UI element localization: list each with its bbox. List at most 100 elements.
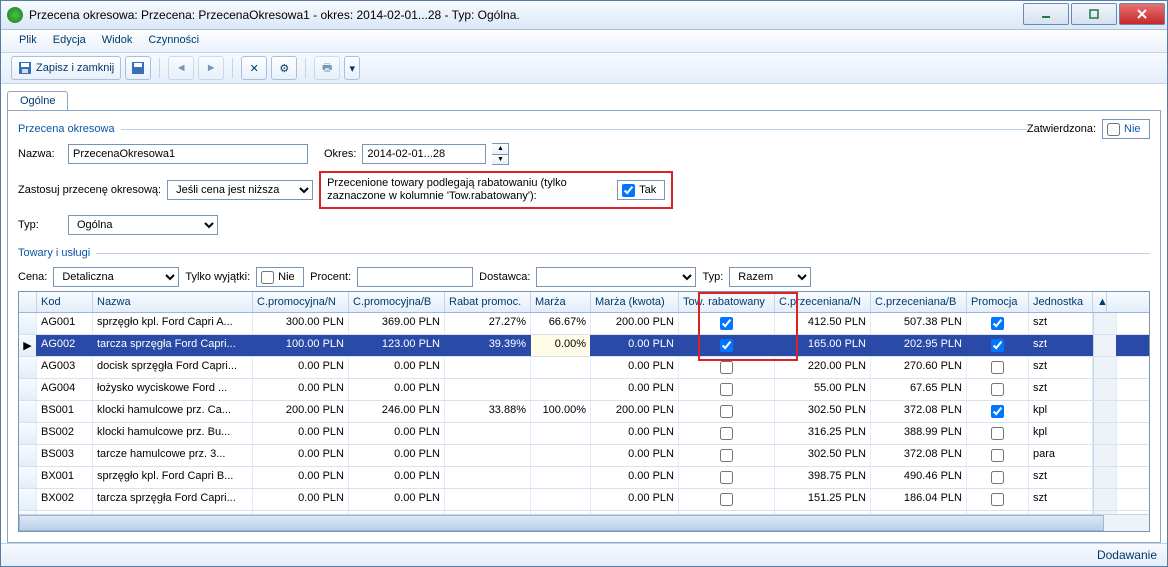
table-row[interactable]: BS003tarcze hamulcowe prz. 3...0.00 PLN0…	[19, 445, 1149, 467]
promocja-check[interactable]	[991, 339, 1004, 352]
period-field[interactable]	[362, 144, 486, 164]
save-and-close-button[interactable]: Zapisz i zamknij	[11, 56, 121, 80]
cell-tow-rabatowany[interactable]	[679, 489, 775, 510]
table-row[interactable]: AG003docisk sprzęgła Ford Capri...0.00 P…	[19, 357, 1149, 379]
confirmed-checkbox[interactable]: Nie	[1102, 119, 1150, 139]
vertical-scrollbar[interactable]	[1093, 489, 1117, 510]
table-row[interactable]: BS001klocki hamulcowe prz. Ca...200.00 P…	[19, 401, 1149, 423]
save-button[interactable]	[125, 56, 151, 80]
vertical-scrollbar[interactable]	[1093, 379, 1117, 400]
cell-tow-rabatowany[interactable]	[679, 467, 775, 488]
tow-rabatowany-check[interactable]	[720, 449, 733, 462]
col-towRab[interactable]: Tow. rabatowany	[679, 292, 775, 312]
nav-back-button[interactable]: ◄	[168, 56, 194, 80]
vertical-scrollbar[interactable]	[1093, 423, 1117, 444]
cell-promocja[interactable]	[967, 489, 1029, 510]
period-spinner[interactable]: ▲▼	[492, 143, 509, 165]
horizontal-scrollbar[interactable]	[19, 514, 1149, 531]
discount-check[interactable]	[622, 184, 635, 197]
menu-edit[interactable]: Edycja	[45, 30, 94, 52]
col-rabat[interactable]: Rabat promoc.	[445, 292, 531, 312]
exceptions-checkbox[interactable]: Nie	[256, 267, 304, 287]
tow-rabatowany-check[interactable]	[720, 383, 733, 396]
cell-tow-rabatowany[interactable]	[679, 423, 775, 444]
tow-rabatowany-check[interactable]	[720, 361, 733, 374]
menu-actions[interactable]: Czynności	[140, 30, 207, 52]
col-marza[interactable]: Marża	[531, 292, 591, 312]
table-row[interactable]: BX002tarcza sprzęgła Ford Capri...0.00 P…	[19, 489, 1149, 511]
type-select[interactable]: Ogólna	[68, 215, 218, 235]
close-button[interactable]	[1119, 3, 1165, 25]
spin-down-icon[interactable]: ▼	[492, 155, 508, 165]
cell-promocja[interactable]	[967, 357, 1029, 378]
tab-general[interactable]: Ogólne	[7, 91, 68, 110]
cell-tow-rabatowany[interactable]	[679, 445, 775, 466]
col-cpromB[interactable]: C.promocyjna/B	[349, 292, 445, 312]
tow-rabatowany-check[interactable]	[720, 405, 733, 418]
cell-tow-rabatowany[interactable]	[679, 401, 775, 422]
promocja-check[interactable]	[991, 427, 1004, 440]
cell-promocja[interactable]	[967, 313, 1029, 334]
promocja-check[interactable]	[991, 493, 1004, 506]
cell-promocja[interactable]	[967, 335, 1029, 356]
discount-checkbox[interactable]: Tak	[617, 180, 665, 200]
cell-tow-rabatowany[interactable]	[679, 379, 775, 400]
settings-button[interactable]: ⚙	[271, 56, 297, 80]
tow-rabatowany-check[interactable]	[720, 339, 733, 352]
spin-up-icon[interactable]: ▲	[492, 144, 508, 155]
vertical-scrollbar[interactable]	[1093, 445, 1117, 466]
type2-select[interactable]: Razem	[729, 267, 811, 287]
promocja-check[interactable]	[991, 405, 1004, 418]
name-field[interactable]	[68, 144, 308, 164]
nav-forward-button[interactable]: ►	[198, 56, 224, 80]
col-nazwa[interactable]: Nazwa	[93, 292, 253, 312]
col-marzaKw[interactable]: Marża (kwota)	[591, 292, 679, 312]
print-button[interactable]: 🖶	[314, 56, 340, 80]
exceptions-check[interactable]	[261, 271, 274, 284]
maximize-button[interactable]	[1071, 3, 1117, 25]
promocja-check[interactable]	[991, 471, 1004, 484]
vertical-scrollbar[interactable]	[1093, 313, 1117, 334]
tow-rabatowany-check[interactable]	[720, 317, 733, 330]
cell-tow-rabatowany[interactable]	[679, 335, 775, 356]
cell-promocja[interactable]	[967, 401, 1029, 422]
scroll-thumb[interactable]	[19, 515, 1104, 531]
vertical-scrollbar[interactable]	[1093, 401, 1117, 422]
vertical-scrollbar[interactable]	[1093, 467, 1117, 488]
cell-promocja[interactable]	[967, 379, 1029, 400]
grid-body[interactable]: AG001sprzęgło kpl. Ford Capri A...300.00…	[19, 313, 1149, 514]
col-kod[interactable]: Kod	[37, 292, 93, 312]
table-row[interactable]: AG001sprzęgło kpl. Ford Capri A...300.00…	[19, 313, 1149, 335]
promocja-check[interactable]	[991, 317, 1004, 330]
cell-promocja[interactable]	[967, 467, 1029, 488]
col-promo[interactable]: Promocja	[967, 292, 1029, 312]
tow-rabatowany-check[interactable]	[720, 427, 733, 440]
cell-promocja[interactable]	[967, 423, 1029, 444]
price-select[interactable]: Detaliczna	[53, 267, 179, 287]
col-jedn[interactable]: Jednostka	[1029, 292, 1093, 312]
vertical-scrollbar[interactable]	[1093, 335, 1117, 356]
tow-rabatowany-check[interactable]	[720, 471, 733, 484]
minimize-button[interactable]	[1023, 3, 1069, 25]
tow-rabatowany-check[interactable]	[720, 493, 733, 506]
cell-tow-rabatowany[interactable]	[679, 357, 775, 378]
promocja-check[interactable]	[991, 361, 1004, 374]
promocja-check[interactable]	[991, 449, 1004, 462]
table-row[interactable]: BX001sprzęgło kpl. Ford Capri B...0.00 P…	[19, 467, 1149, 489]
apply-select[interactable]: Jeśli cena jest niższa	[167, 180, 313, 200]
cell-tow-rabatowany[interactable]	[679, 313, 775, 334]
table-row[interactable]: BS002klocki hamulcowe prz. Bu...0.00 PLN…	[19, 423, 1149, 445]
cell-promocja[interactable]	[967, 445, 1029, 466]
menu-view[interactable]: Widok	[94, 30, 141, 52]
tools-button[interactable]: ✕	[241, 56, 267, 80]
table-row[interactable]: AG004łożysko wyciskowe Ford ...0.00 PLN0…	[19, 379, 1149, 401]
col-cprzeB[interactable]: C.przeceniana/B	[871, 292, 967, 312]
confirmed-check[interactable]	[1107, 123, 1120, 136]
promocja-check[interactable]	[991, 383, 1004, 396]
print-dropdown[interactable]: ▾	[344, 56, 360, 80]
percent-field[interactable]	[357, 267, 473, 287]
table-row[interactable]: ▶AG002tarcza sprzęgła Ford Capri...100.0…	[19, 335, 1149, 357]
supplier-select[interactable]	[536, 267, 696, 287]
col-cpromN[interactable]: C.promocyjna/N	[253, 292, 349, 312]
col-cprzeN[interactable]: C.przeceniana/N	[775, 292, 871, 312]
